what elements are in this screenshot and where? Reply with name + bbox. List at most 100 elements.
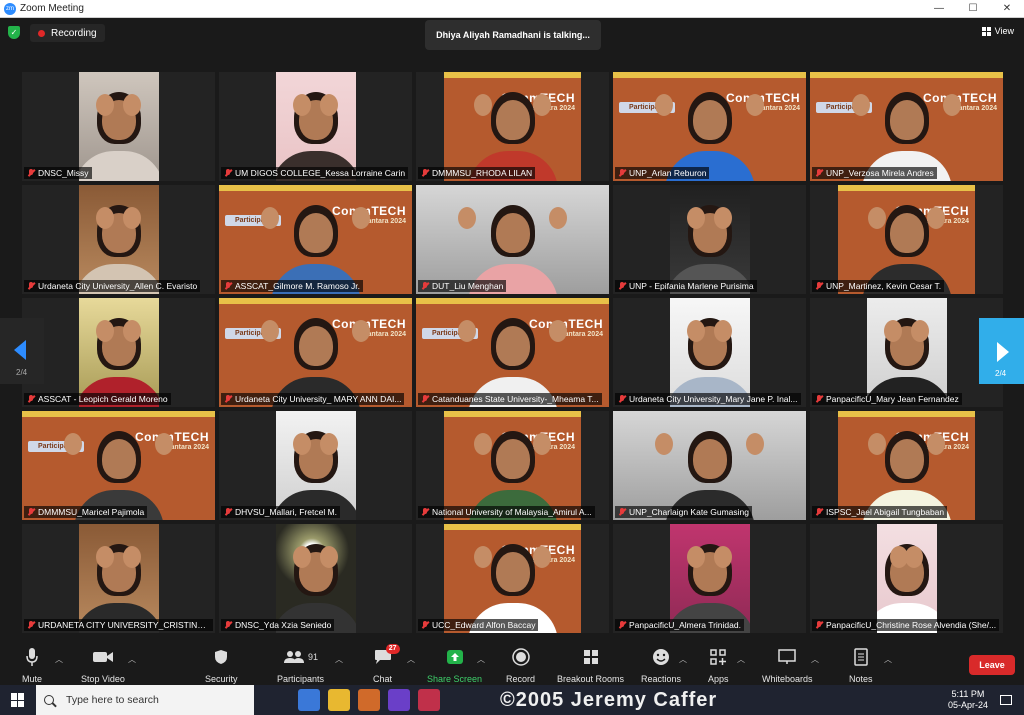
- reactions-options-caret[interactable]: ︿: [679, 654, 687, 665]
- participant-tile[interactable]: CommTECHNusantara 2024UCC_Edward Alfon B…: [416, 524, 609, 633]
- chat-options-caret[interactable]: ︿: [407, 654, 415, 665]
- recording-dot-icon: [38, 29, 45, 37]
- meeting-toolbar: Mute ︿ Stop Video ︿ Security 91 Particip…: [0, 642, 1024, 685]
- whiteboard-icon: [778, 646, 797, 668]
- security-button[interactable]: Security: [205, 646, 238, 684]
- participant-video: CommTECHNusantara 2024: [444, 411, 581, 520]
- share-screen-button[interactable]: Share Screen: [427, 646, 482, 684]
- participant-tile[interactable]: CommTECHNusantara 2024ISPSC_Jael Abigail…: [810, 411, 1003, 520]
- breakout-rooms-button[interactable]: Breakout Rooms: [557, 646, 624, 684]
- participant-tile[interactable]: PanpacificU_Mary Jean Fernandez: [810, 298, 1003, 407]
- breakout-rooms-label: Breakout Rooms: [557, 674, 625, 684]
- muted-microphone-icon: [618, 508, 626, 516]
- participant-tile[interactable]: PanpacificU_Almera Trinidad.: [613, 524, 806, 633]
- arrow-left-icon: [14, 340, 26, 360]
- taskbar-app-edge[interactable]: [298, 689, 320, 711]
- participant-video: CommTECHNusantara 2024: [838, 185, 975, 294]
- participant-tile[interactable]: CommTECH Nusantara 2024 Participant UNP_Ver…: [810, 72, 1003, 181]
- whiteboards-button[interactable]: Whiteboards: [762, 646, 813, 684]
- taskbar-search-box[interactable]: Type here to search: [36, 685, 254, 715]
- active-speaker-banner: Dhiya Aliyah Ramadhani is talking...: [425, 20, 601, 50]
- participant-name: UNP_Martinez, Kevin Cesar T.: [812, 280, 945, 292]
- close-button[interactable]: ✕: [990, 0, 1024, 18]
- participant-tile[interactable]: DHVSU_Mallari, Fretcel M.: [219, 411, 412, 520]
- participant-name: PanpacificU_Christine Rose Alvendia (She…: [812, 619, 1000, 631]
- next-page-button[interactable]: 2/4: [979, 318, 1024, 384]
- view-button[interactable]: View: [981, 26, 1014, 36]
- previous-page-button[interactable]: 2/4: [0, 318, 44, 384]
- whiteboards-options-caret[interactable]: ︿: [811, 654, 819, 665]
- encryption-shield-icon[interactable]: ✓: [8, 26, 20, 39]
- grid-view-icon: [981, 26, 991, 36]
- participant-tile[interactable]: UM DIGOS COLLEGE_Kessa Lorraine Carin: [219, 72, 412, 181]
- apps-button[interactable]: Apps: [708, 646, 729, 684]
- muted-microphone-icon: [618, 282, 626, 290]
- stop-video-button[interactable]: Stop Video: [81, 646, 125, 684]
- taskbar-clock[interactable]: 5:11 PM 05-Apr-24: [948, 689, 988, 711]
- smiley-icon: [652, 646, 670, 668]
- mute-button[interactable]: Mute: [22, 646, 42, 684]
- participant-name-text: UNP_Verzosa Mirela Andres: [826, 168, 934, 178]
- participant-tile[interactable]: Urdaneta City University_Mary Jane P. In…: [613, 298, 806, 407]
- chat-button[interactable]: 27 Chat: [373, 644, 400, 684]
- participant-tile[interactable]: DUT_Liu Menghan: [416, 185, 609, 294]
- muted-microphone-icon: [224, 621, 232, 629]
- taskbar-app-explorer[interactable]: [328, 689, 350, 711]
- participant-tile[interactable]: CommTECH Nusantara 2024 Participant ASSCAT_…: [219, 185, 412, 294]
- participant-name-text: UM DIGOS COLLEGE_Kessa Lorraine Carin: [235, 168, 406, 178]
- maximize-button[interactable]: ☐: [956, 0, 990, 18]
- minimize-button[interactable]: —: [922, 0, 956, 18]
- leave-button[interactable]: Leave: [969, 655, 1015, 675]
- participant-tile[interactable]: CommTECH Nusantara 2024 Participant Catandu…: [416, 298, 609, 407]
- participant-tile[interactable]: CommTECH Nusantara 2024 Participant DMMMSU_…: [22, 411, 215, 520]
- share-options-caret[interactable]: ︿: [477, 654, 485, 665]
- taskbar-app-media[interactable]: [358, 689, 380, 711]
- taskbar-app-onenote[interactable]: [388, 689, 410, 711]
- apps-options-caret[interactable]: ︿: [737, 654, 745, 665]
- mute-options-caret[interactable]: ︿: [55, 654, 63, 665]
- muted-microphone-icon: [815, 395, 823, 403]
- participant-video: [613, 411, 806, 520]
- recording-label: Recording: [51, 27, 97, 39]
- muted-microphone-icon: [27, 621, 35, 629]
- participant-tile[interactable]: DNSC_Yda Xzia Seniedo: [219, 524, 412, 633]
- muted-microphone-icon: [27, 508, 35, 516]
- page-indicator-left: 2/4: [16, 368, 28, 377]
- participant-name: UNP - Epifania Marlene Purisima: [615, 280, 757, 292]
- participant-tile[interactable]: PanpacificU_Christine Rose Alvendia (She…: [810, 524, 1003, 633]
- taskbar-app-pinned[interactable]: [418, 689, 440, 711]
- participant-tile[interactable]: ASSCAT - Leopich Gerald Moreno: [22, 298, 215, 407]
- recording-indicator[interactable]: Recording: [30, 24, 105, 42]
- participant-name-text: URDANETA CITY UNIVERSITY_CRISTINA ...: [38, 620, 212, 630]
- clock-time: 5:11 PM: [951, 689, 985, 699]
- participants-options-caret[interactable]: ︿: [335, 654, 343, 665]
- participant-tile[interactable]: Urdaneta City University_Allen C. Evaris…: [22, 185, 215, 294]
- watermark-text: ©2005 Jeremy Caffer: [500, 689, 718, 711]
- notifications-icon[interactable]: [1000, 695, 1012, 705]
- participant-tile[interactable]: URDANETA CITY UNIVERSITY_CRISTINA ...: [22, 524, 215, 633]
- record-button[interactable]: Record: [506, 646, 535, 684]
- notes-label: Notes: [849, 674, 873, 684]
- participant-tile[interactable]: DNSC_Missy: [22, 72, 215, 181]
- participant-name-text: ASSCAT - Leopich Gerald Moreno: [38, 394, 168, 404]
- reactions-button[interactable]: Reactions: [641, 646, 681, 684]
- participant-tile[interactable]: CommTECHNusantara 2024DMMMSU_RHODA LILAN: [416, 72, 609, 181]
- participant-video: [876, 524, 937, 633]
- participant-name: ASSCAT - Leopich Gerald Moreno: [24, 393, 171, 405]
- participant-tile[interactable]: CommTECHNusantara 2024National Universit…: [416, 411, 609, 520]
- gallery-view: DNSC_Missy UM DIGOS COLLEGE_Kessa Lorrain…: [22, 72, 1004, 634]
- notes-button[interactable]: Notes: [849, 646, 873, 684]
- muted-microphone-icon: [618, 395, 626, 403]
- participant-name-text: DNSC_Missy: [38, 168, 89, 178]
- video-options-caret[interactable]: ︿: [128, 654, 136, 665]
- participant-tile[interactable]: CommTECH Nusantara 2024 Participant UNP_Arl…: [613, 72, 806, 181]
- start-button[interactable]: [0, 685, 36, 715]
- notes-options-caret[interactable]: ︿: [884, 654, 892, 665]
- participant-tile[interactable]: UNP_Charlaign Kate Gumasing: [613, 411, 806, 520]
- participants-button[interactable]: 91 Participants: [277, 646, 324, 684]
- participant-tile[interactable]: UNP - Epifania Marlene Purisima: [613, 185, 806, 294]
- participant-tile[interactable]: CommTECH Nusantara 2024 Participant Urdanet…: [219, 298, 412, 407]
- participant-name-text: UNP_Charlaign Kate Gumasing: [629, 507, 750, 517]
- participant-video: CommTECH Nusantara 2024 Participant: [22, 411, 215, 520]
- participant-tile[interactable]: CommTECHNusantara 2024UNP_Martinez, Kevi…: [810, 185, 1003, 294]
